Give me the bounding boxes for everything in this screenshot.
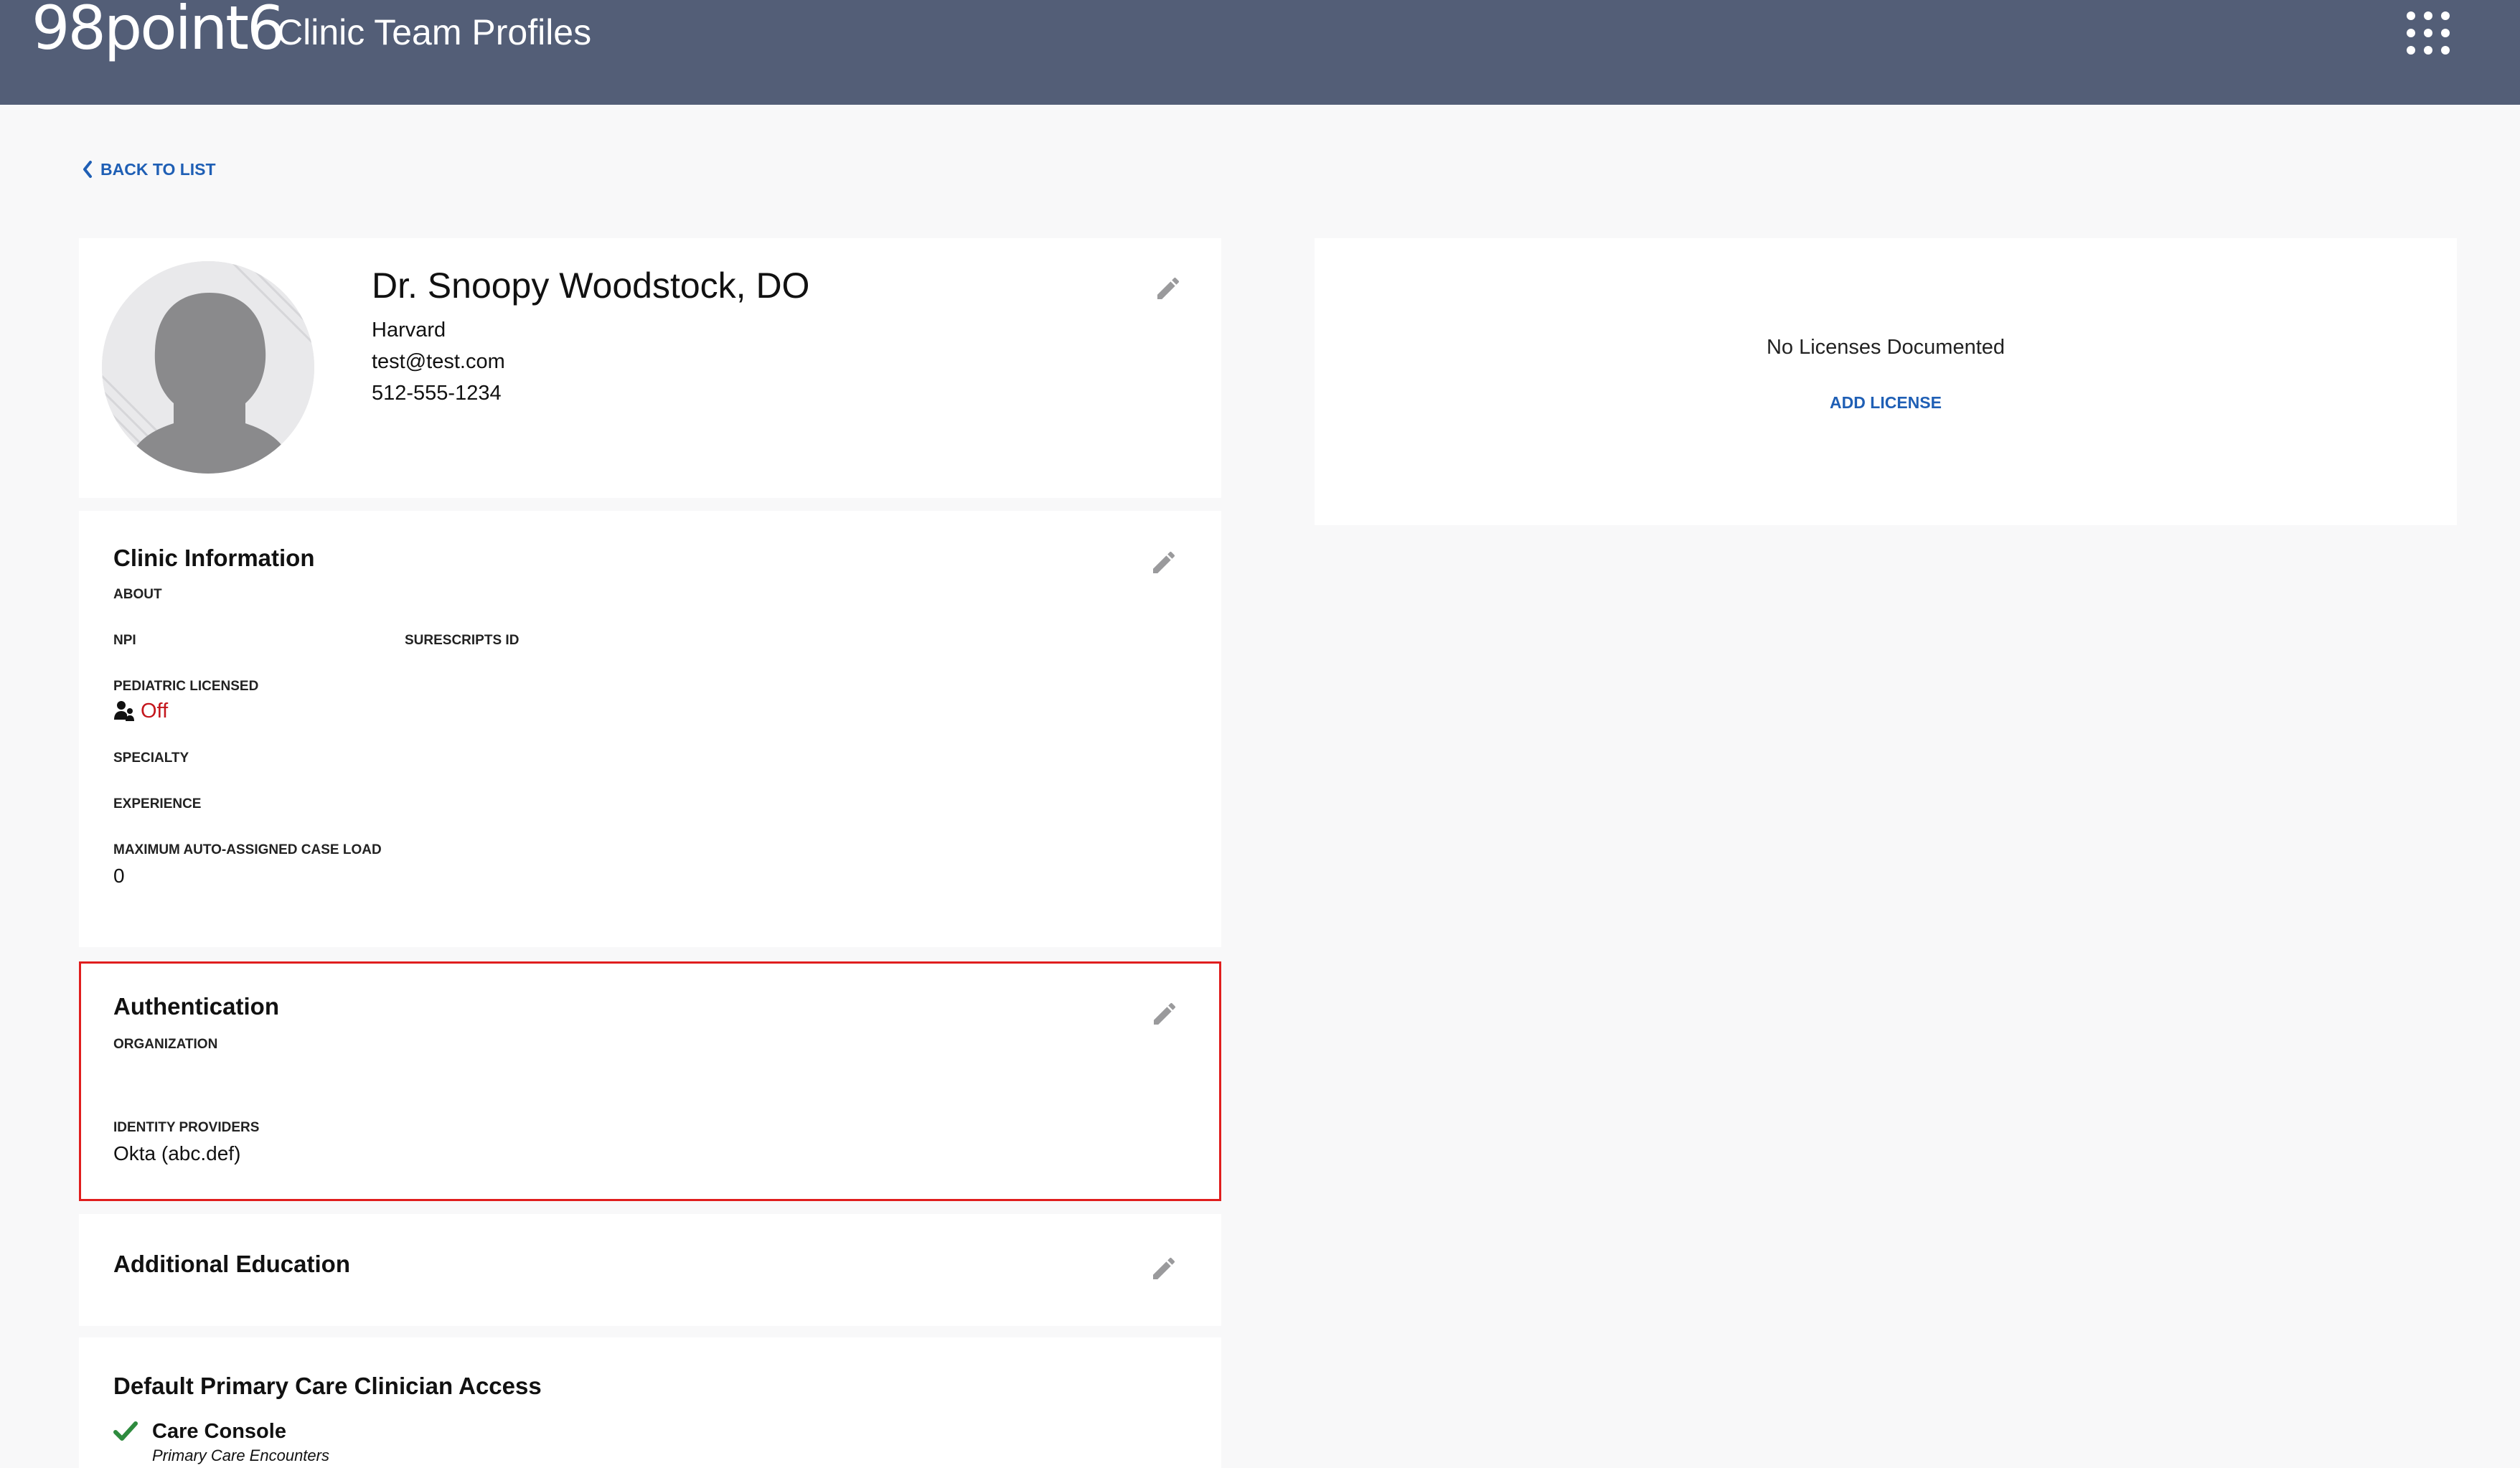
max-caseload-label: MAXIMUM AUTO-ASSIGNED CASE LOAD — [113, 842, 382, 857]
edit-profile-pencil-icon[interactable] — [1154, 274, 1183, 303]
clinic-information-title: Clinic Information — [113, 545, 315, 571]
default-avatar-icon — [102, 261, 314, 474]
default-access-card: Default Primary Care Clinician Access Ca… — [79, 1337, 1221, 1468]
default-access-title: Default Primary Care Clinician Access — [113, 1373, 542, 1399]
no-licenses-message: No Licenses Documented — [1766, 336, 2006, 359]
clinic-information-card: Clinic Information ABOUT NPI SURESCRIPTS… — [79, 511, 1221, 947]
edit-education-pencil-icon[interactable] — [1149, 1254, 1178, 1283]
access-item-care-console: Care Console Primary Care Encounters — [113, 1418, 329, 1467]
identity-providers-value: Okta (abc.def) — [113, 1142, 241, 1164]
experience-label: EXPERIENCE — [113, 796, 202, 811]
pediatric-licensed-label: PEDIATRIC LICENSED — [113, 679, 259, 694]
licenses-card: No Licenses Documented ADD LICENSE — [1315, 238, 2457, 525]
additional-education-card: Additional Education — [79, 1214, 1221, 1326]
clinician-email: test@test.com — [372, 350, 505, 373]
clinician-name: Dr. Snoopy Woodstock, DO — [372, 265, 810, 306]
specialty-label: SPECIALTY — [113, 751, 189, 766]
parent-child-icon — [114, 701, 134, 721]
app-title: Clinic Team Profiles — [277, 12, 592, 52]
clinician-school: Harvard — [372, 319, 446, 342]
pediatric-licensed-value: Off — [141, 700, 169, 723]
surescripts-id-label: SURESCRIPTS ID — [405, 633, 519, 648]
organization-label: ORGANIZATION — [113, 1037, 218, 1052]
avatar — [102, 261, 314, 474]
brand-logo[interactable]: 98point6 — [32, 0, 286, 60]
top-app-bar: 98point6 Clinic Team Profiles — [0, 0, 2520, 105]
checkmark-icon — [113, 1421, 138, 1441]
back-to-list-link[interactable]: BACK TO LIST — [82, 156, 216, 182]
pediatric-licensed-status: Off — [113, 697, 168, 725]
profile-card: Dr. Snoopy Woodstock, DO Harvard test@te… — [79, 238, 1221, 498]
about-label: ABOUT — [113, 587, 162, 602]
access-item-subtitle: Primary Care Encounters — [152, 1446, 329, 1464]
access-item-title: Care Console — [152, 1420, 286, 1443]
add-license-button[interactable]: ADD LICENSE — [1315, 390, 2457, 415]
authentication-title: Authentication — [113, 993, 279, 1020]
chevron-left-icon — [83, 161, 92, 178]
edit-clinic-info-pencil-icon[interactable] — [1149, 548, 1178, 577]
additional-education-title: Additional Education — [113, 1251, 350, 1277]
grid-menu-icon[interactable] — [2404, 9, 2450, 55]
max-caseload-value: 0 — [113, 865, 125, 887]
clinician-phone: 512-555-1234 — [372, 382, 502, 405]
npi-label: NPI — [113, 633, 136, 648]
authentication-card: Authentication ORGANIZATION IDENTITY PRO… — [79, 961, 1221, 1201]
back-to-list-label: BACK TO LIST — [100, 160, 216, 179]
edit-authentication-pencil-icon[interactable] — [1150, 999, 1179, 1028]
identity-providers-label: IDENTITY PROVIDERS — [113, 1120, 260, 1135]
